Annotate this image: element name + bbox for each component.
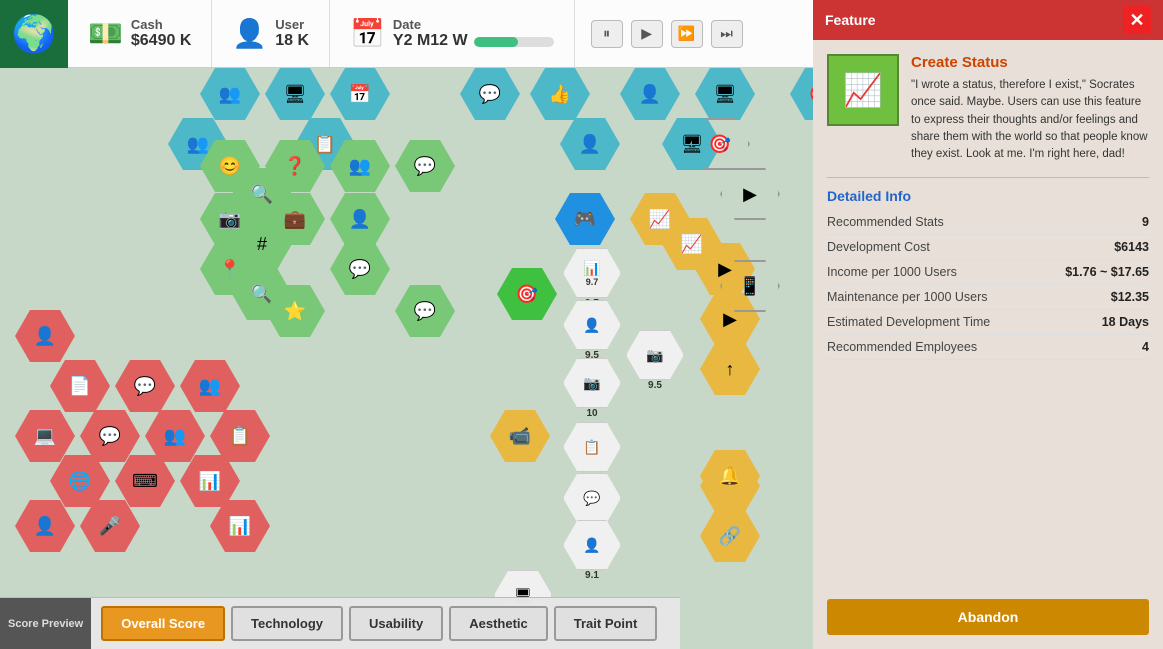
hex-cell[interactable]: 🔗 [700,510,760,562]
user-label: User [275,17,309,32]
hex-active[interactable]: 🎯 [497,268,557,320]
score-bar: Score Preview Overall ScoreTechnologyUsa… [0,597,680,649]
calendar-icon: 📅 [350,17,385,50]
info-row: Income per 1000 Users $1.76 ~ $17.65 [827,260,1149,285]
feature-description: "I wrote a status, therefore I exist," S… [911,77,1149,163]
score-tab-aesthetic[interactable]: Aesthetic [449,606,548,641]
hex-cell[interactable]: 📊 [180,455,240,507]
info-value: $1.76 ~ $17.65 [1065,265,1149,279]
hex-cell[interactable]: 📹 [490,410,550,462]
feature-panel: Feature ✕ 📈 Create Status "I wrote a sta… [813,0,1163,649]
info-row: Recommended Employees 4 [827,335,1149,360]
score-tab-trait-point[interactable]: Trait Point [554,606,658,641]
score-tab-technology[interactable]: Technology [231,606,343,641]
hex-cell[interactable]: 👍 [530,68,590,120]
hex-cell[interactable]: 💬 [115,360,175,412]
hex-cell[interactable]: 💬 [460,68,520,120]
fastest-button[interactable]: ⏭ [711,20,743,48]
hex-cell[interactable]: 🖥 [265,68,325,120]
hex-cell[interactable]: 👥 [180,360,240,412]
cash-label: Cash [131,17,192,32]
playback-controls: ⏸ ▶ ⏩ ⏭ [575,0,759,67]
feature-body: 📈 Create Status "I wrote a status, there… [813,40,1163,177]
hex-cell[interactable]: 👥 [145,410,205,462]
info-label: Recommended Employees [827,340,977,354]
hex-cell[interactable]: 👤 [560,118,620,170]
user-icon: 👤 [232,17,267,50]
hex-selected[interactable]: 🎮 [555,193,615,245]
score-preview-label: Score Preview [0,598,91,649]
panel-header: Feature ✕ [813,0,1163,40]
info-label: Recommended Stats [827,215,944,229]
date-progress [474,37,518,47]
hex-cell[interactable]: 👤 [620,68,680,120]
close-button[interactable]: ✕ [1123,6,1151,34]
hex-cell[interactable]: 💬 [395,285,455,337]
pause-button[interactable]: ⏸ [591,20,623,48]
hex-cell[interactable]: 🎤 [80,500,140,552]
info-value: 9 [1142,215,1149,229]
score-tab-usability[interactable]: Usability [349,606,443,641]
feature-title: Create Status [911,54,1149,71]
detailed-info-header: Detailed Info [813,178,1163,210]
play-button[interactable]: ▶ [631,20,663,48]
hex-cell[interactable]: ⌨ [115,455,175,507]
hex-cell[interactable]: 👤 [15,500,75,552]
hex-cell[interactable]: 📄 [50,360,110,412]
hex-cell[interactable]: 👤 [15,310,75,362]
cash-icon: 💵 [88,17,123,50]
cash-block: 💵 Cash $6490 K [68,0,212,67]
info-row: Estimated Development Time 18 Days [827,310,1149,335]
hex-cell[interactable]: 📋 [210,410,270,462]
hex-cell[interactable]: 👤 [330,193,390,245]
score-tabs: Overall ScoreTechnologyUsabilityAestheti… [91,598,667,649]
hex-cell[interactable]: 💻 [15,410,75,462]
info-label: Income per 1000 Users [827,265,957,279]
info-label: Maintenance per 1000 Users [827,290,988,304]
cash-value: $6490 K [131,32,192,50]
info-row: Recommended Stats 9 [827,210,1149,235]
hex-cell[interactable]: ▶ [720,168,780,220]
score-tab-overall-score[interactable]: Overall Score [101,606,225,641]
hex-cell[interactable]: 👥 [200,68,260,120]
topbar: 🌍 💵 Cash $6490 K 👤 User 18 K 📅 Date Y2 M… [0,0,820,68]
info-value: $12.35 [1111,290,1149,304]
hex-cell[interactable]: 🖥 [695,68,755,120]
hex-cell[interactable]: 💬 [395,140,455,192]
date-value: Y2 M12 W [393,32,468,50]
info-value: 18 Days [1102,315,1149,329]
info-row: Development Cost $6143 [827,235,1149,260]
date-label: Date [393,17,554,32]
hex-cell[interactable]: 💬 [80,410,140,462]
fast-forward-button[interactable]: ⏩ [671,20,703,48]
info-label: Development Cost [827,240,930,254]
user-value: 18 K [275,32,309,50]
hex-cell[interactable]: ↑ [700,343,760,395]
date-block: 📅 Date Y2 M12 W [330,0,575,67]
info-table: Recommended Stats 9 Development Cost $6143 I… [813,210,1163,360]
hex-cell[interactable]: 💬 [330,243,390,295]
hex-cell[interactable]: 📅 [330,68,390,120]
hex-cell[interactable]: 🌐 [50,455,110,507]
info-value: 4 [1142,340,1149,354]
globe-icon: 🌍 [0,0,68,68]
info-row: Maintenance per 1000 Users $12.35 [827,285,1149,310]
info-label: Estimated Development Time [827,315,990,329]
panel-title: Feature [825,12,876,28]
hex-cell[interactable]: 📊 [210,500,270,552]
user-block: 👤 User 18 K [212,0,330,67]
feature-info: Create Status "I wrote a status, therefo… [911,54,1149,163]
info-value: $6143 [1114,240,1149,254]
feature-icon: 📈 [827,54,899,126]
abandon-button[interactable]: Abandon [827,599,1149,635]
